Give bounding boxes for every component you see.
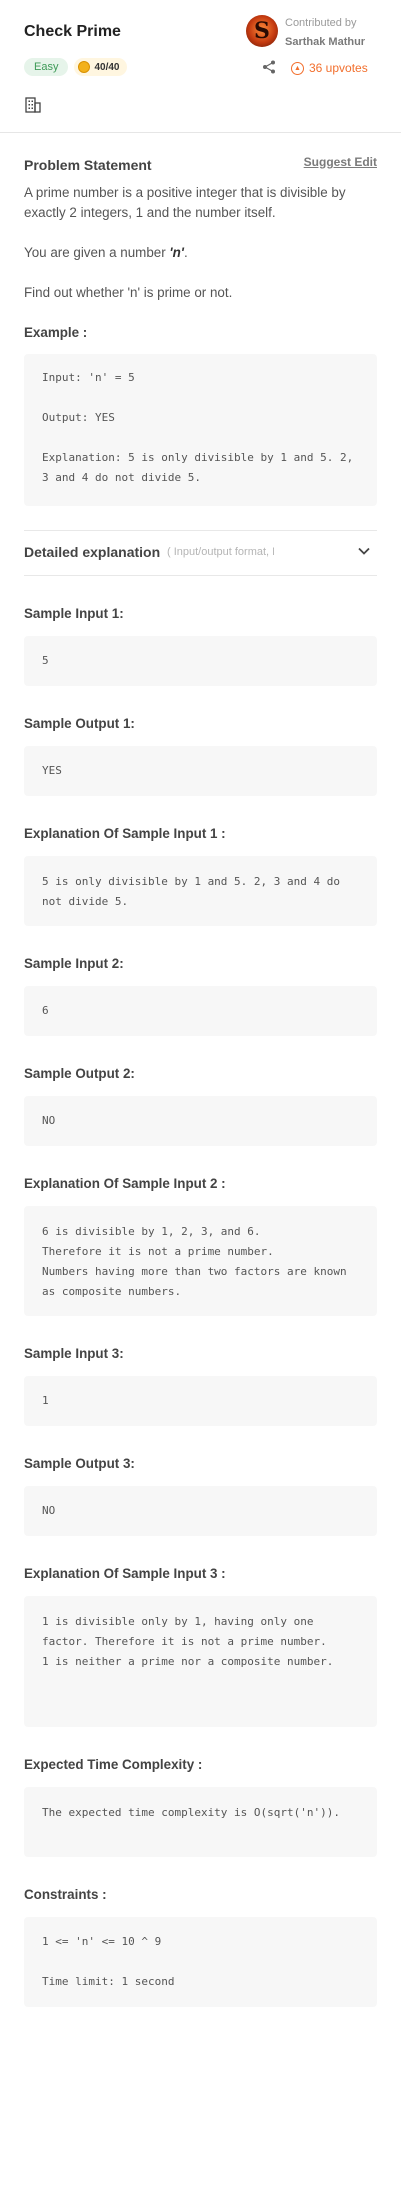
detailed-explanation-toggle[interactable]: Detailed explanation ( Input/output form… [24, 530, 377, 576]
para2-prefix: You are given a number [24, 245, 170, 260]
example-label: Example : [24, 325, 88, 340]
problem-statement-title: Problem Statement [24, 157, 152, 173]
sample-input-3-label: Sample Input 3: [24, 1346, 124, 1361]
explanation-1-label: Explanation Of Sample Input 1 : [24, 826, 226, 841]
sample-input-2-code: 6 [24, 986, 377, 1036]
contributed-by-label: Contributed by [285, 17, 357, 29]
explanation-3-label: Explanation Of Sample Input 3 : [24, 1566, 226, 1581]
time-complexity-label: Expected Time Complexity : [24, 1757, 203, 1772]
problem-statement-header: Problem Statement Suggest Edit [24, 153, 377, 183]
para2-suffix: . [183, 245, 188, 260]
explanation-2-label: Explanation Of Sample Input 2 : [24, 1176, 226, 1191]
suggest-edit-link[interactable]: Suggest Edit [304, 155, 377, 169]
upvote-button[interactable]: ▲ 36 upvotes [291, 61, 368, 75]
explanation-1-code: 5 is only divisible by 1 and 5. 2, 3 and… [24, 856, 377, 926]
score-value: 40/40 [94, 61, 120, 73]
time-complexity-code: The expected time complexity is O(sqrt('… [24, 1787, 377, 1857]
company-icon[interactable] [24, 96, 42, 114]
badges: Easy 40/40 [24, 58, 127, 76]
problem-input-description: You are given a number 'n'. [24, 243, 377, 263]
score-badge: 40/40 [74, 58, 127, 76]
detailed-explanation-subtitle: ( Input/output format, Notes, Im [167, 546, 274, 558]
problem-task: Find out whether 'n' is prime or not. [24, 285, 233, 300]
sample-output-2-code: NO [24, 1096, 377, 1146]
difficulty-badge: Easy [24, 58, 69, 76]
problem-title: Check Prime [24, 23, 121, 40]
sample-output-2-label: Sample Output 2: [24, 1066, 135, 1081]
detailed-explanation-title: Detailed explanation [24, 544, 161, 560]
explanation-3-code: 1 is divisible only by 1, having only on… [24, 1596, 377, 1727]
explanation-2-code: 6 is divisible by 1, 2, 3, and 6. Theref… [24, 1206, 377, 1316]
problem-description: A prime number is a positive integer tha… [24, 185, 346, 220]
sample-output-3-label: Sample Output 3: [24, 1456, 135, 1471]
sample-output-3-code: NO [24, 1486, 377, 1536]
sample-output-1-code: YES [24, 746, 377, 796]
sample-input-3-code: 1 [24, 1376, 377, 1426]
sample-input-1-code: 5 [24, 636, 377, 686]
share-icon[interactable] [262, 60, 276, 74]
coin-icon [78, 61, 91, 73]
example-code-block: Input: 'n' = 5 Output: YES Explanation: … [24, 354, 377, 506]
sample-input-1-label: Sample Input 1: [24, 606, 124, 621]
problem-header: Check Prime Easy 40/40 S Contributed by … [0, 0, 401, 133]
sample-input-2-label: Sample Input 2: [24, 956, 124, 971]
constraints-label: Constraints : [24, 1887, 107, 1902]
avatar[interactable]: S [246, 15, 278, 47]
upvote-count: 36 upvotes [309, 61, 368, 75]
sample-output-1-label: Sample Output 1: [24, 716, 135, 731]
chevron-down-icon[interactable] [357, 544, 371, 558]
variable-n: 'n' [169, 245, 184, 260]
contributor-name[interactable]: Sarthak Mathur [285, 36, 365, 48]
problem-content: Problem Statement Suggest Edit A prime n… [0, 153, 401, 2007]
constraints-code: 1 <= 'n' <= 10 ^ 9 Time limit: 1 second [24, 1917, 377, 2007]
upvote-icon: ▲ [291, 61, 304, 75]
